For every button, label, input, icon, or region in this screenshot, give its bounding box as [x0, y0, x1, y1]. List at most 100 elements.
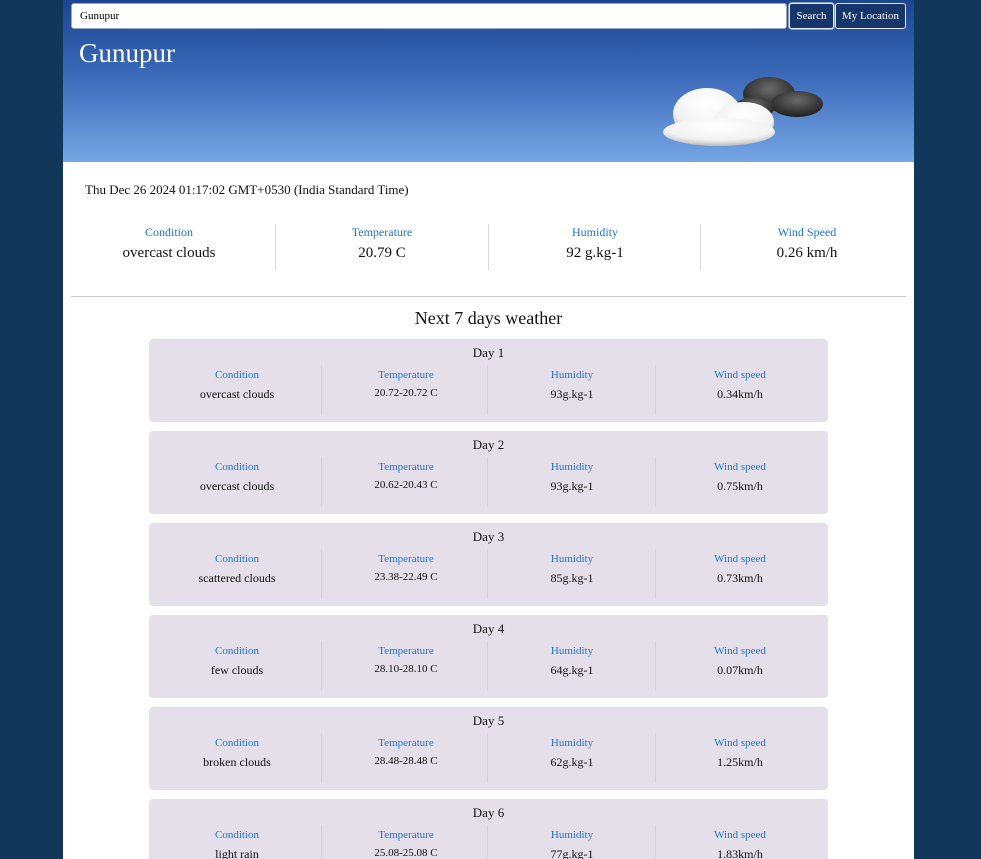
day-title: Day 1 [472, 345, 505, 360]
day-title: Day 5 [472, 713, 505, 728]
day-label: Temperature [378, 829, 434, 841]
stat-label: Humidity [571, 225, 618, 239]
day-label: Wind speed [714, 737, 766, 749]
day-wind: Wind speed 0.75km/h [655, 457, 824, 507]
day-label: Humidity [550, 645, 594, 657]
day-label: Condition [214, 829, 259, 841]
current-datetime: Thu Dec 26 2024 01:17:02 GMT+0530 (India… [85, 182, 409, 197]
day-label: Wind speed [714, 829, 766, 841]
current-conditions: Condition overcast clouds Temperature 20… [63, 224, 914, 270]
day-wind: Wind speed 1.25km/h [655, 733, 824, 783]
day-wind: Wind speed 0.73km/h [655, 549, 824, 599]
day-condition: Condition few clouds [153, 641, 321, 691]
day-value: scattered clouds [198, 571, 276, 585]
header-banner: Search My Location Gunupur [63, 0, 914, 162]
day-label: Wind speed [714, 461, 766, 473]
day-temperature: Temperature 28.10-28.10 C [321, 641, 490, 691]
day-label: Wind speed [714, 369, 766, 381]
day-value: 0.73km/h [717, 571, 763, 585]
day-label: Temperature [378, 553, 434, 565]
day-label: Humidity [550, 369, 594, 381]
day-humidity: Humidity 85g.kg-1 [487, 549, 656, 599]
day-value: 85g.kg-1 [550, 571, 594, 585]
city-name: Gunupur [79, 38, 175, 68]
day-temperature: Temperature 23.38-22.49 C [321, 549, 490, 599]
day-label: Condition [214, 369, 259, 381]
search-input[interactable] [71, 3, 787, 29]
day-condition: Condition overcast clouds [153, 365, 321, 415]
day-value: 64g.kg-1 [550, 663, 594, 677]
forecast-day-card: Day 5 Condition broken clouds Temperatur… [149, 707, 828, 790]
day-value: 93g.kg-1 [550, 479, 594, 493]
day-value: 62g.kg-1 [550, 755, 594, 769]
day-label: Temperature [378, 737, 434, 749]
day-value: 0.07km/h [717, 663, 763, 677]
forecast-day-card: Day 2 Condition overcast clouds Temperat… [149, 431, 828, 514]
day-temperature: Temperature 28.48-28.48 C [321, 733, 490, 783]
day-value: 20.72-20.72 C [374, 387, 438, 399]
day-humidity: Humidity 62g.kg-1 [487, 733, 656, 783]
day-label: Temperature [378, 369, 434, 381]
stat-humidity: Humidity 92 g.kg-1 [488, 224, 701, 270]
day-value: 28.48-28.48 C [374, 755, 438, 767]
stat-temperature: Temperature 20.79 C [275, 224, 488, 270]
forecast-day-card: Day 6 Condition light rain Temperature 2… [149, 799, 828, 859]
forecast-title: Next 7 days weather [414, 308, 563, 328]
stat-value: 0.26 km/h [776, 245, 838, 261]
forecast-day-card: Day 3 Condition scattered clouds Tempera… [149, 523, 828, 606]
day-label: Temperature [378, 461, 434, 473]
day-condition: Condition overcast clouds [153, 457, 321, 507]
day-value: light rain [215, 847, 259, 859]
day-value: 93g.kg-1 [550, 387, 594, 401]
day-temperature: Temperature 25.08-25.08 C [321, 825, 490, 859]
day-value: 77g.kg-1 [550, 847, 594, 859]
day-label: Condition [214, 737, 259, 749]
day-condition: Condition scattered clouds [153, 549, 321, 599]
search-button[interactable]: Search [789, 3, 834, 29]
day-label: Humidity [550, 553, 594, 565]
day-value: few clouds [210, 663, 264, 677]
forecast-day-card: Day 1 Condition overcast clouds Temperat… [149, 339, 828, 422]
day-value: 25.08-25.08 C [374, 847, 438, 859]
search-bar: Search My Location [71, 3, 906, 29]
section-divider [71, 296, 906, 297]
my-location-button[interactable]: My Location [835, 3, 906, 29]
day-label: Wind speed [714, 553, 766, 565]
stat-value: overcast clouds [122, 245, 216, 261]
day-label: Condition [214, 553, 259, 565]
day-value: 28.10-28.10 C [374, 663, 438, 675]
stat-label: Wind Speed [777, 225, 837, 239]
stat-value: 92 g.kg-1 [566, 245, 624, 261]
weather-app: Search My Location Gunupur [63, 0, 914, 859]
day-title: Day 6 [472, 805, 505, 820]
day-label: Humidity [550, 737, 594, 749]
day-value: 1.83km/h [717, 847, 763, 859]
day-humidity: Humidity 77g.kg-1 [487, 825, 656, 859]
day-label: Temperature [378, 645, 434, 657]
day-humidity: Humidity 64g.kg-1 [487, 641, 656, 691]
stat-label: Temperature [351, 225, 413, 239]
day-wind: Wind speed 1.83km/h [655, 825, 824, 859]
day-condition: Condition broken clouds [153, 733, 321, 783]
day-wind: Wind speed 0.07km/h [655, 641, 824, 691]
day-temperature: Temperature 20.72-20.72 C [321, 365, 490, 415]
day-title: Day 3 [472, 529, 505, 544]
day-value: 20.62-20.43 C [374, 479, 438, 491]
day-label: Condition [214, 645, 259, 657]
day-value: overcast clouds [199, 387, 275, 401]
day-label: Humidity [550, 829, 594, 841]
day-value: 0.75km/h [717, 479, 763, 493]
day-title: Day 2 [472, 437, 505, 452]
cloud-icon [663, 77, 823, 146]
day-value: 1.25km/h [717, 755, 763, 769]
day-value: broken clouds [203, 755, 271, 769]
day-wind: Wind speed 0.34km/h [655, 365, 824, 415]
day-label: Condition [214, 461, 259, 473]
stat-value: 20.79 C [358, 245, 406, 261]
stat-label: Condition [144, 225, 193, 239]
day-condition: Condition light rain [153, 825, 321, 859]
day-value: 0.34km/h [717, 387, 763, 401]
day-title: Day 4 [472, 621, 505, 636]
day-temperature: Temperature 20.62-20.43 C [321, 457, 490, 507]
day-value: overcast clouds [199, 479, 275, 493]
